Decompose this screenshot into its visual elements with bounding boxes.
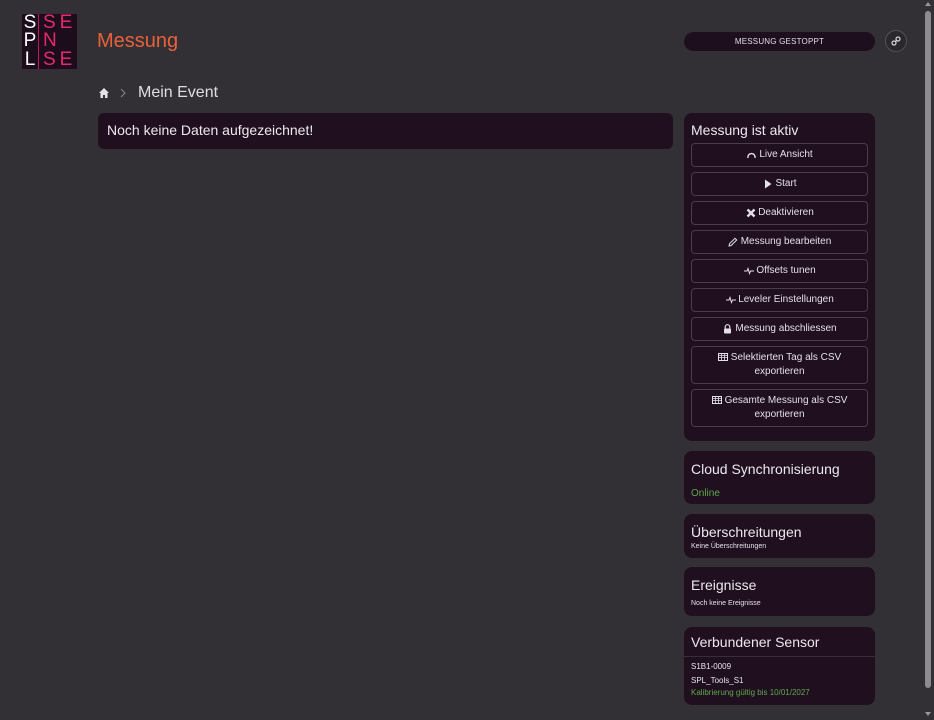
breadcrumb-current: Mein Event	[138, 84, 219, 101]
leveler-settings-button[interactable]: Leveler Einstellungen	[691, 288, 868, 312]
start-button[interactable]: Start	[691, 172, 868, 196]
scroll-down-arrow-icon[interactable]	[925, 712, 931, 716]
link-icon	[891, 36, 901, 46]
card-title: Messung ist aktiv	[691, 122, 799, 138]
button-label: Start	[775, 178, 797, 189]
scrollbar-thumb[interactable]	[925, 11, 931, 688]
logo-letter: L	[24, 48, 36, 70]
home-icon[interactable]	[98, 87, 110, 99]
table-icon	[718, 352, 729, 362]
live-view-button[interactable]: Live Ansicht	[691, 143, 868, 167]
logo-letter: SE	[43, 48, 77, 70]
play-icon	[762, 179, 773, 189]
page-scrollbar[interactable]	[924, 0, 932, 720]
connected-sensor-card: Verbundener Sensor S1B1-0009 SPL_Tools_S…	[684, 627, 875, 705]
data-chart-panel: Noch keine Daten aufgezeichnet!	[98, 113, 673, 149]
export-full-measurement-csv-button[interactable]: Gesamte Messung als CSV exportieren	[691, 389, 868, 427]
logo-letter: P	[23, 30, 37, 52]
exceedances-text: Keine Überschreitungen	[691, 543, 767, 550]
button-label: Messung abschliessen	[735, 323, 837, 334]
gauge-icon	[746, 150, 757, 160]
wave-icon	[725, 295, 736, 305]
card-title: Cloud Synchronisierung	[691, 461, 840, 477]
sensor-name: SPL_Tools_S1	[691, 676, 744, 685]
table-icon	[712, 395, 723, 405]
card-title: Verbundener Sensor	[691, 634, 820, 650]
x-icon	[745, 208, 756, 218]
scroll-up-arrow-icon[interactable]	[925, 2, 931, 6]
events-text: Noch keine Ereignisse	[691, 600, 761, 607]
link-settings-button[interactable]	[885, 30, 907, 52]
button-label: Offsets tunen	[756, 265, 816, 276]
breadcrumb: Mein Event	[98, 84, 218, 102]
deactivate-button[interactable]: Deaktivieren	[691, 201, 868, 225]
sensor-id: S1B1-0009	[691, 662, 732, 671]
close-measurement-button[interactable]: Messung abschliessen	[691, 317, 868, 341]
cloud-sync-card: Cloud Synchronisierung Online	[684, 451, 875, 504]
export-selected-day-csv-button[interactable]: Selektierten Tag als CSV exportieren	[691, 346, 868, 384]
events-card: Ereignisse Noch keine Ereignisse	[684, 567, 875, 616]
cloud-status: Online	[691, 488, 720, 499]
button-label: Live Ansicht	[759, 149, 813, 160]
sensor-calibration: Kalibrierung gültig bis 10/01/2027	[691, 688, 810, 697]
logo-letter: N	[43, 30, 61, 52]
card-title: Überschreitungen	[691, 524, 802, 540]
page-title: Messung	[97, 30, 179, 52]
pencil-icon	[728, 237, 739, 247]
exceedances-card: Überschreitungen Keine Überschreitungen	[684, 514, 875, 558]
measurement-control-card: Messung ist aktiv Live Ansicht Start Dea…	[684, 113, 875, 441]
app-logo[interactable]: S SE P N L SE	[21, 13, 78, 70]
edit-measurement-button[interactable]: Messung bearbeiten	[691, 230, 868, 254]
chevron-right-icon	[120, 87, 128, 99]
button-label: Selektierten Tag als CSV exportieren	[730, 352, 842, 377]
empty-data-message: Noch keine Daten aufgezeichnet!	[107, 122, 314, 138]
button-label: Messung bearbeiten	[740, 236, 832, 247]
tune-offsets-button[interactable]: Offsets tunen	[691, 259, 868, 283]
card-divider	[684, 656, 875, 657]
button-label: Leveler Einstellungen	[738, 294, 834, 305]
button-label: Deaktivieren	[758, 207, 814, 218]
lock-icon	[722, 324, 733, 334]
wave-icon	[743, 266, 754, 276]
button-label: Gesamte Messung als CSV exportieren	[724, 395, 848, 420]
card-title: Ereignisse	[691, 577, 757, 593]
measurement-status-badge: MESSUNG GESTOPPT	[684, 32, 875, 51]
